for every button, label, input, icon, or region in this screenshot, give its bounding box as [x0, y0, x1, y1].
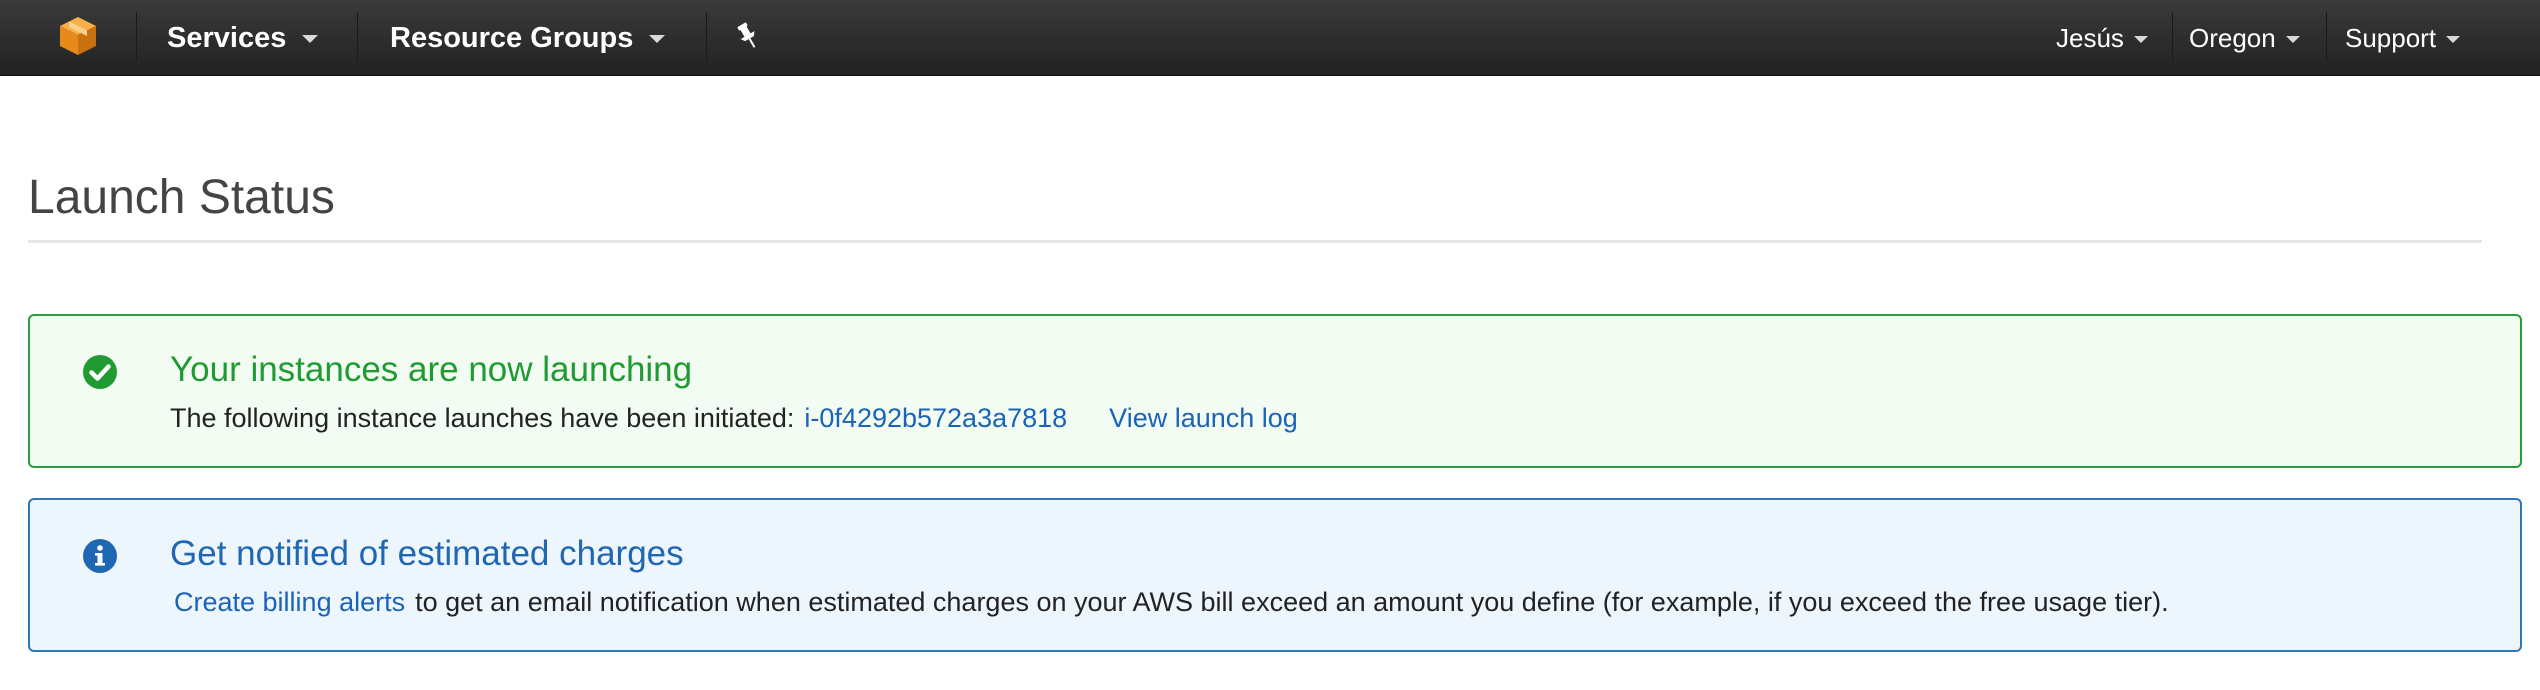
support-menu[interactable]: Support	[2345, 0, 2461, 76]
nav-separator	[136, 12, 137, 62]
resource-groups-menu[interactable]: Resource Groups	[390, 0, 666, 76]
chevron-down-icon	[2285, 35, 2300, 43]
chevron-down-icon	[649, 35, 666, 43]
chevron-down-icon	[302, 35, 319, 43]
check-circle-icon	[83, 355, 117, 389]
aws-cube-logo-icon[interactable]	[56, 14, 100, 58]
services-menu[interactable]: Services	[167, 0, 319, 76]
success-alert-title: Your instances are now launching	[170, 350, 693, 389]
region-menu[interactable]: Oregon	[2189, 0, 2300, 76]
page-title: Launch Status	[28, 171, 335, 224]
launch-success-alert: Your instances are now launching The fol…	[28, 314, 2522, 468]
view-launch-log-link[interactable]: View launch log	[1109, 403, 1298, 433]
top-navigation-bar: Services Resource Groups Jesús Oregon Su…	[0, 0, 2540, 76]
billing-info-alert: Get notified of estimated charges Create…	[28, 498, 2522, 652]
nav-separator	[706, 12, 707, 62]
info-alert-title: Get notified of estimated charges	[170, 534, 684, 573]
region-label: Oregon	[2189, 22, 2276, 53]
info-alert-text: to get an email notification when estima…	[415, 587, 2169, 617]
title-divider	[28, 240, 2482, 243]
info-alert-body: Create billing alerts to get an email not…	[174, 582, 2169, 622]
nav-separator	[357, 12, 358, 62]
chevron-down-icon	[2133, 35, 2148, 43]
user-account-label: Jesús	[2056, 22, 2124, 53]
success-alert-body: The following instance launches have bee…	[170, 398, 1298, 438]
chevron-down-icon	[2446, 35, 2461, 43]
resource-groups-menu-label: Resource Groups	[390, 21, 634, 54]
nav-separator	[2172, 12, 2173, 62]
pushpin-icon[interactable]	[732, 20, 764, 52]
nav-separator	[2326, 12, 2327, 62]
info-circle-icon	[83, 539, 117, 573]
create-billing-alerts-link[interactable]: Create billing alerts	[174, 587, 405, 617]
success-alert-text: The following instance launches have bee…	[170, 403, 795, 433]
user-account-menu[interactable]: Jesús	[2056, 0, 2148, 76]
support-label: Support	[2345, 22, 2437, 53]
instance-id-link[interactable]: i-0f4292b572a3a7818	[804, 403, 1067, 433]
services-menu-label: Services	[167, 21, 287, 54]
